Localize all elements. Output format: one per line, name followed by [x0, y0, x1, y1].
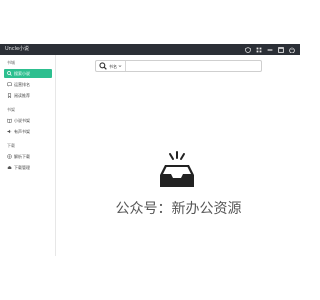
minimize-icon[interactable] — [267, 47, 273, 53]
sidebar-item-label: 有声书架 — [14, 129, 30, 134]
app-title: Uncle小说 — [5, 46, 30, 52]
watermark-text: 公众号：新办公资源 — [115, 201, 242, 217]
audio-icon — [7, 129, 12, 134]
sidebar-item-download-manager[interactable]: 下载管理 — [4, 163, 52, 172]
shield-icon[interactable] — [245, 46, 251, 53]
main-content: 书名 公众号：新办公资源 — [57, 55, 300, 256]
sidebar-item-label: 解析下载 — [14, 154, 30, 159]
sidebar-item-novel-shelf[interactable]: 小说书架 — [4, 116, 52, 125]
search-icon[interactable] — [99, 62, 107, 70]
search-icon — [7, 71, 12, 76]
sidebar-group-title-bookshelf: 书架 — [7, 107, 15, 112]
sidebar-item-recommend[interactable]: 阅读推荐 — [4, 91, 52, 100]
search-source-select[interactable]: 书名 — [109, 61, 126, 71]
sidebar-group-title-bookstore: 书城 — [7, 60, 15, 65]
bookmark-icon — [7, 93, 12, 98]
sidebar-item-label: 运营排名 — [14, 82, 30, 87]
chevron-down-icon — [118, 65, 122, 67]
sidebar-group-title-download: 下载 — [7, 143, 15, 148]
grid-icon[interactable] — [256, 47, 262, 53]
power-icon[interactable] — [289, 46, 295, 53]
search-bar: 书名 — [95, 60, 262, 72]
search-source-label: 书名 — [109, 63, 117, 69]
app-window: Uncle小说 书城 搜索小说 运营排名 阅读推荐 书架 小说书架 有声书架 下… — [0, 44, 300, 256]
empty-tray-icon — [160, 151, 194, 187]
window-controls — [245, 45, 295, 54]
book-icon — [7, 118, 12, 123]
sidebar-item-label: 搜索小说 — [14, 71, 30, 76]
title-bar: Uncle小说 — [0, 44, 300, 55]
sidebar-item-search-novels[interactable]: 搜索小说 — [4, 69, 52, 78]
download-circle-icon — [7, 154, 12, 159]
sidebar-item-ranking[interactable]: 运营排名 — [4, 80, 52, 89]
chat-icon — [7, 82, 12, 87]
sidebar-item-parse-download[interactable]: 解析下载 — [4, 152, 52, 161]
sidebar-item-audio-shelf[interactable]: 有声书架 — [4, 127, 52, 136]
search-input[interactable] — [126, 61, 261, 71]
sidebar-item-label: 阅读推荐 — [14, 93, 30, 98]
cloud-icon — [7, 166, 12, 169]
maximize-icon[interactable] — [278, 46, 284, 53]
sidebar: 书城 搜索小说 运营排名 阅读推荐 书架 小说书架 有声书架 下载 解析下载 下… — [0, 55, 56, 256]
sidebar-item-label: 下载管理 — [14, 165, 30, 170]
sidebar-item-label: 小说书架 — [14, 118, 30, 123]
